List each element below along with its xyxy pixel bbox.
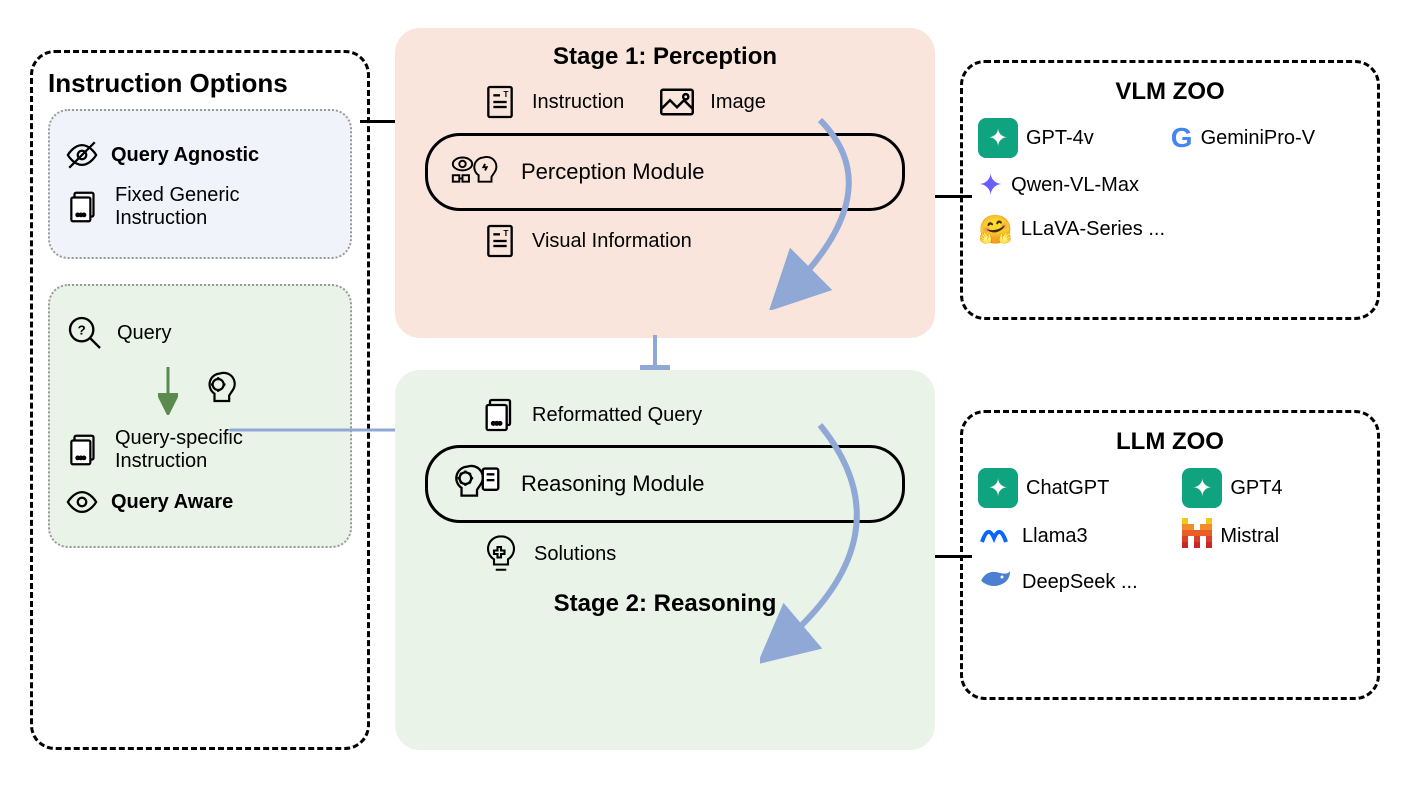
magnify-question-icon: ?: [65, 313, 105, 353]
gpt-logo-icon: ✦: [1182, 468, 1222, 508]
reasoning-module-label: Reasoning Module: [521, 471, 704, 497]
solutions-label: Solutions: [534, 543, 616, 566]
query-aware-box: ? Query Query-specific Instruction Query…: [48, 284, 352, 548]
image-icon: [656, 81, 698, 123]
eye-brain-icon: [448, 148, 506, 196]
hugging-face-icon: 🤗: [978, 213, 1013, 246]
llm-zoo-box: LLM ZOO ✦ ChatGPT ✦ GPT4 Llama3 Mistral De…: [960, 410, 1380, 700]
llava-label: LLaVA-Series ...: [1021, 218, 1165, 241]
gear-head-doc-icon: [448, 460, 506, 508]
visual-info-label: Visual Information: [532, 230, 692, 253]
svg-text:?: ?: [78, 323, 86, 338]
query-agnostic-heading: Query Agnostic: [111, 144, 259, 167]
svg-text:T: T: [503, 228, 508, 238]
llm-zoo-title: LLM ZOO: [978, 428, 1362, 456]
query-aware-heading: Query Aware: [111, 491, 233, 514]
image-label: Image: [710, 91, 766, 114]
gpt-logo-icon: ✦: [978, 468, 1018, 508]
deepseek-label: DeepSeek ...: [1022, 571, 1138, 594]
docs-icon: [65, 188, 103, 226]
eye-icon: [65, 485, 99, 519]
chatgpt-label: ChatGPT: [1026, 477, 1109, 500]
qwen-label: Qwen-VL-Max: [1011, 174, 1139, 197]
vlm-zoo-box: VLM ZOO ✦ GPT-4v G GeminiPro-V ✦ Qwen-VL-Ma…: [960, 60, 1380, 320]
mistral-label: Mistral: [1220, 525, 1279, 548]
instruction-options-title: Instruction Options: [48, 68, 352, 99]
eye-off-icon: [65, 138, 99, 172]
instruction-options-box: Instruction Options Query Agnostic Fixed…: [30, 50, 370, 750]
instruction-label: Instruction: [532, 91, 624, 114]
mistral-logo-icon: [1182, 518, 1212, 555]
doc-text-icon: T: [480, 82, 520, 122]
gpt4-label: GPT4: [1230, 477, 1282, 500]
lightbulb-puzzle-icon: [480, 533, 522, 575]
google-g-icon: G: [1171, 122, 1193, 154]
stage2-box: Reformatted Query Reasoning Module Solut…: [395, 370, 935, 750]
query-agnostic-box: Query Agnostic Fixed Generic Instruction: [48, 109, 352, 259]
perception-module-box: Perception Module: [425, 133, 905, 211]
reformatted-query-label: Reformatted Query: [532, 404, 702, 427]
llama3-label: Llama3: [1022, 525, 1088, 548]
query-specific-label: Query-specific Instruction: [115, 427, 335, 473]
meta-logo-icon: [978, 520, 1014, 554]
perception-module-label: Perception Module: [521, 159, 704, 185]
svg-text:T: T: [503, 89, 508, 99]
doc-text-icon: T: [480, 221, 520, 261]
gpt4v-label: GPT-4v: [1026, 127, 1094, 150]
green-arrow-down-icon: [158, 365, 178, 415]
docs-icon: [480, 395, 520, 435]
fixed-generic-label: Fixed Generic Instruction: [115, 184, 335, 230]
query-label: Query: [117, 322, 171, 345]
vlm-zoo-title: VLM ZOO: [978, 78, 1362, 106]
gemini-label: GeminiPro-V: [1201, 127, 1315, 150]
stage1-box: Stage 1: Perception T Instruction Image …: [395, 28, 935, 338]
reasoning-module-box: Reasoning Module: [425, 445, 905, 523]
stage1-title: Stage 1: Perception: [410, 43, 920, 71]
gpt-logo-icon: ✦: [978, 118, 1018, 158]
stage2-title: Stage 2: Reasoning: [410, 590, 920, 618]
deepseek-whale-icon: [978, 565, 1014, 600]
gear-head-icon: [198, 368, 242, 412]
qwen-logo-icon: ✦: [978, 168, 1003, 203]
docs-icon: [65, 431, 103, 469]
